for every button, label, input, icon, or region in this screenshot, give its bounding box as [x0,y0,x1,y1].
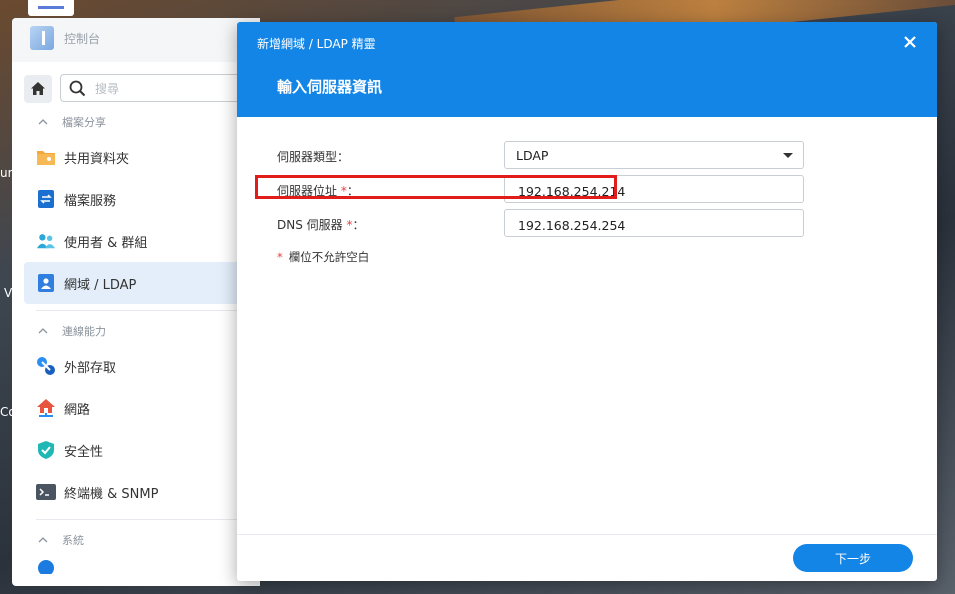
sidebar-item-partial[interactable] [12,554,260,574]
file-services-icon [36,189,56,209]
sidebar-item-file-services[interactable]: 檔案服務 [12,178,260,220]
dns-server-label: DNS 伺服器 *： [277,218,365,232]
sidebar-item-network[interactable]: 網路 [12,387,260,429]
sidebar-item-external-access[interactable]: 外部存取 [12,345,260,387]
next-button[interactable]: 下一步 [793,544,913,572]
dialog-title: 新增網域 / LDAP 精靈 [257,37,376,51]
sidebar-item-user-group[interactable]: 使用者 & 群組 [12,220,260,262]
server-type-select[interactable]: LDAP [504,141,804,169]
sidebar-nav: 檔案分享 共用資料夾 檔案服務 使用者 & 群組 網域 / LDAP 連線能力 … [12,108,260,574]
search-box[interactable] [60,74,260,102]
search-input[interactable] [93,79,247,99]
chevron-up-icon [38,119,48,125]
directory-icon [36,273,56,293]
server-address-input[interactable] [516,181,790,201]
dns-server-field[interactable] [504,209,804,237]
dialog-header: 新增網域 / LDAP 精靈 輸入伺服器資訊 [237,22,937,117]
control-panel-header: 控制台 [12,18,260,62]
sidebar-item-domain-ldap[interactable]: 網域 / LDAP [24,262,260,304]
server-address-label: 伺服器位址 *： [277,184,359,198]
external-access-icon [36,356,56,376]
info-icon [36,554,56,574]
terminal-icon [36,482,56,502]
control-panel-window: 控制台 檔案分享 共用資料夾 檔案服務 [12,18,260,586]
ldap-wizard-dialog: 新增網域 / LDAP 精靈 輸入伺服器資訊 伺服器類型： LDAP 伺服器位址… [237,22,937,581]
network-home-icon [36,398,56,418]
close-icon[interactable] [901,33,919,51]
folder-icon [36,147,56,167]
section-header-system[interactable]: 系統 [12,526,260,554]
sidebar-item-terminal-snmp[interactable]: 終端機 & SNMP [12,471,260,513]
step-title: 輸入伺服器資訊 [277,78,383,96]
server-address-field[interactable] [504,175,804,203]
users-icon [36,231,56,251]
desktop-label-2: V [4,286,13,300]
desktop-widget[interactable] [28,0,74,16]
shield-icon [36,440,56,460]
search-icon [69,80,86,97]
sidebar-item-security[interactable]: 安全性 [12,429,260,471]
control-panel-logo-icon [30,26,54,50]
section-header-file-sharing[interactable]: 檔案分享 [12,108,260,136]
sidebar-divider [36,310,260,311]
server-type-value: LDAP [516,148,549,163]
required-note: * 欄位不允許空白 [277,250,370,264]
chevron-up-icon [38,537,48,543]
dialog-footer-divider [237,534,937,535]
chevron-up-icon [38,328,48,334]
control-panel-title: 控制台 [64,32,101,46]
caret-down-icon [783,153,793,158]
dns-server-input[interactable] [516,215,790,235]
sidebar-divider [36,519,260,520]
home-button[interactable] [24,75,52,103]
section-header-connectivity[interactable]: 連線能力 [12,317,260,345]
home-icon [31,82,45,95]
sidebar-item-shared-folder[interactable]: 共用資料夾 [12,136,260,178]
server-type-label: 伺服器類型： [277,150,350,164]
